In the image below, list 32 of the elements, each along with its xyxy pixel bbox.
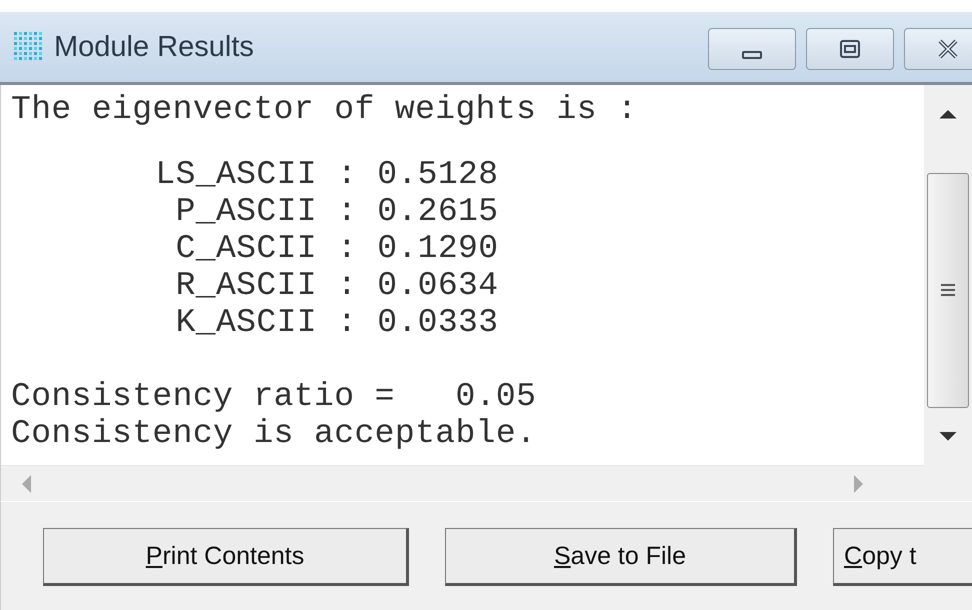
vertical-scrollbar[interactable] — [924, 85, 972, 465]
scroll-up-icon[interactable] — [939, 109, 957, 119]
output-heading: The eigenvector of weights is : — [11, 91, 638, 128]
weight-value: 0.0634 — [377, 267, 498, 304]
separator: : — [337, 230, 358, 267]
weight-value: 0.1290 — [377, 230, 498, 267]
action-button[interactable]: Copy t — [833, 528, 972, 586]
consistency-ratio: Consistency ratio = 0.05 — [11, 378, 536, 415]
scrollbar-thumb[interactable] — [927, 172, 969, 408]
weight-value: 0.0333 — [377, 304, 498, 341]
weight-name: R_ASCII — [176, 267, 317, 304]
separator: : — [337, 267, 358, 304]
minimize-button[interactable] — [708, 28, 796, 70]
weight-name: K_ASCII — [176, 304, 317, 341]
weight-name: P_ASCII — [176, 193, 317, 230]
action-button[interactable]: Print Contents — [43, 528, 409, 586]
separator: : — [337, 193, 358, 230]
weight-name: C_ASCII — [176, 230, 317, 267]
separator: : — [337, 156, 358, 193]
weight-value: 0.2615 — [377, 193, 498, 230]
separator: : — [337, 304, 358, 341]
consistency-verdict: Consistency is acceptable. — [11, 415, 536, 452]
weight-value: 0.5128 — [377, 156, 498, 193]
window-title: Module Results — [54, 30, 255, 64]
scroll-down-icon[interactable] — [939, 432, 957, 442]
close-button[interactable] — [904, 28, 972, 70]
action-button[interactable]: Save to File — [445, 528, 797, 586]
maximize-button[interactable] — [806, 28, 894, 70]
minimize-icon — [742, 51, 762, 59]
app-icon — [14, 32, 44, 62]
grip-icon — [940, 282, 956, 298]
weight-name: LS_ASCII — [155, 156, 317, 193]
